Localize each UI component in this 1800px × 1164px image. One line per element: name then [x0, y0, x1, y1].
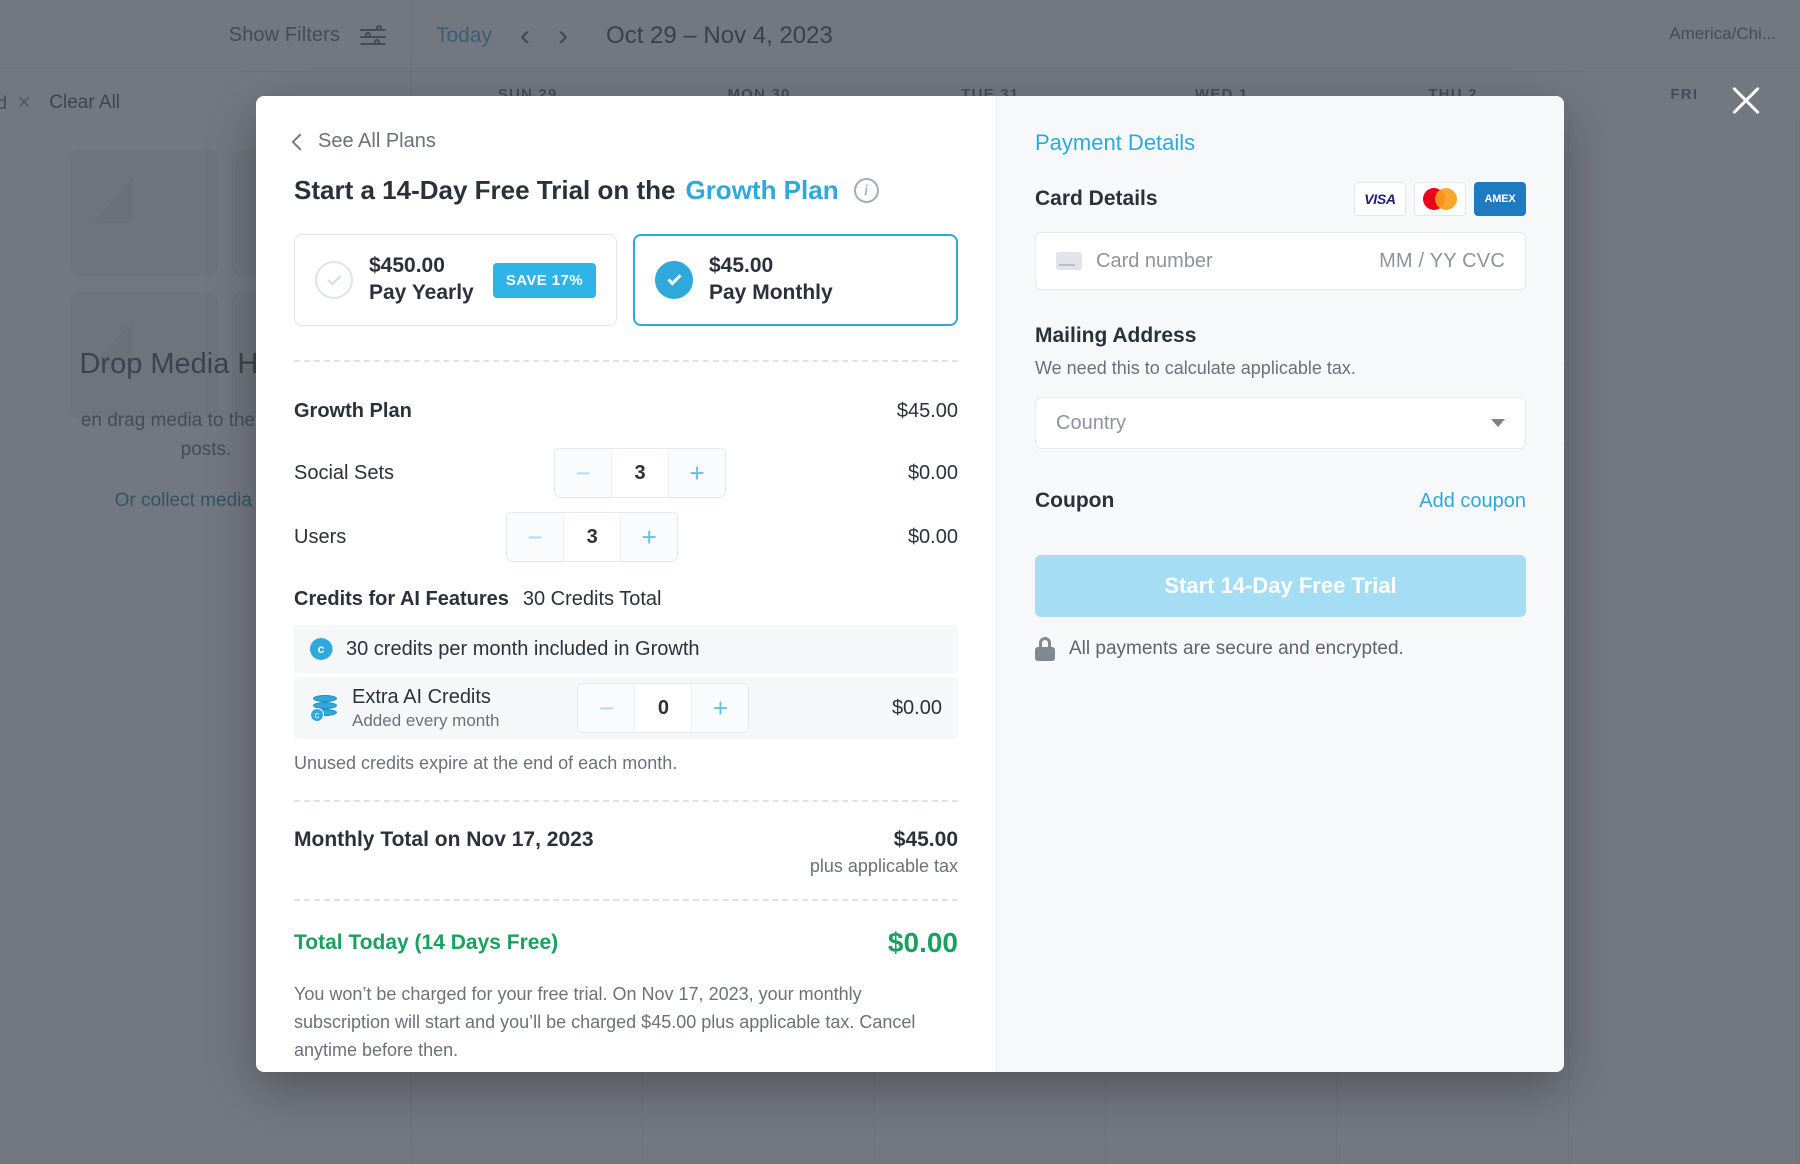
billing-cycle-options: $450.00 Pay Yearly SAVE 17% $45.00 Pay M… [294, 234, 958, 326]
minus-icon[interactable]: − [555, 449, 612, 497]
line-item-users: Users − 3 + $0.00 [294, 512, 958, 562]
trial-fineprint: You won’t be charged for your free trial… [294, 984, 916, 1060]
coupon-label: Coupon [1035, 489, 1115, 512]
visa-icon: VISA [1354, 182, 1406, 216]
coupon-row: Coupon Add coupon [1035, 489, 1526, 513]
extra-credits-value: 0 [634, 684, 693, 732]
total-today-amount: $0.00 [887, 927, 958, 958]
total-today-label: Total Today (14 Days Free) [294, 931, 559, 954]
info-icon[interactable]: i [853, 178, 879, 203]
amex-label: AMEX [1484, 193, 1516, 205]
credits-heading-row: Credits for AI Features 30 Credits Total [294, 588, 958, 611]
credits-included-text: 30 credits per month included in Growth [346, 637, 700, 660]
save-badge: SAVE 17% [492, 262, 596, 298]
plan-name: Growth Plan [294, 399, 412, 422]
monthly-total-row: Monthly Total on Nov 17, 2023 $45.00 plu… [294, 828, 958, 877]
visa-label: VISA [1364, 191, 1396, 207]
coin-icon: c [310, 638, 332, 660]
social-sets-stepper[interactable]: − 3 + [554, 448, 727, 498]
mastercard-icon [1414, 182, 1466, 216]
billing-cycle-monthly[interactable]: $45.00 Pay Monthly [633, 234, 958, 326]
secure-payment-text: All payments are secure and encrypted. [1069, 638, 1404, 659]
country-select-value: Country [1056, 411, 1127, 434]
billing-cycle-yearly[interactable]: $450.00 Pay Yearly SAVE 17% [294, 234, 617, 326]
card-expiry-cvc-placeholder: MM / YY CVC [1379, 249, 1505, 272]
radio-unselected-icon [315, 261, 353, 299]
start-trial-button[interactable]: Start 14-Day Free Trial [1035, 555, 1526, 617]
page-title: Start a 14-Day Free Trial on the Growth … [294, 175, 958, 206]
lock-icon [1035, 637, 1055, 661]
secure-payment-note: All payments are secure and encrypted. [1035, 637, 1526, 661]
see-all-plans-link[interactable]: See All Plans [291, 130, 958, 153]
payment-details-title: Payment Details [1035, 130, 1196, 155]
divider [294, 360, 958, 362]
plan-price: $45.00 [896, 399, 958, 422]
minus-icon[interactable]: − [507, 513, 564, 561]
plan-summary-panel: See All Plans Start a 14-Day Free Trial … [256, 96, 996, 1072]
trial-checkout-modal: See All Plans Start a 14-Day Free Trial … [256, 96, 1564, 1072]
coin-stack-icon: c [310, 693, 340, 723]
plus-icon[interactable]: + [692, 684, 749, 732]
see-all-plans-label: See All Plans [318, 130, 436, 152]
card-brand-list: VISA AMEX [1354, 182, 1526, 216]
payment-details-panel: Payment Details Card Details VISA AMEX C… [996, 96, 1564, 1072]
card-number-input[interactable]: Card number MM / YY CVC [1035, 232, 1526, 290]
social-sets-price: $0.00 [907, 461, 958, 484]
card-details-row: Card Details VISA AMEX [1035, 182, 1526, 216]
monthly-price: $45.00 [709, 254, 774, 278]
credits-expiry-note: Unused credits expire at the end of each… [294, 753, 678, 773]
add-coupon-link[interactable]: Add coupon [1419, 490, 1526, 513]
users-label: Users [294, 525, 347, 548]
extra-credits-row: c Extra AI Credits Added every month − 0… [294, 677, 958, 739]
extra-credits-subtitle: Added every month [352, 710, 500, 730]
chevron-down-icon [1491, 419, 1505, 427]
mailing-address-title: Mailing Address [1035, 324, 1197, 347]
monthly-total-tax-note: plus applicable tax [809, 856, 958, 876]
extra-credits-price: $0.00 [891, 696, 942, 719]
line-item-plan: Growth Plan $45.00 [294, 388, 958, 434]
divider [294, 800, 958, 802]
users-value: 3 [563, 513, 622, 561]
social-sets-value: 3 [611, 449, 670, 497]
mailing-address-subtitle: We need this to calculate applicable tax… [1035, 358, 1356, 378]
credit-card-icon [1056, 252, 1082, 270]
yearly-label: Pay Yearly [369, 281, 474, 304]
page-title-plan: Growth Plan [685, 175, 839, 205]
card-details-label: Card Details [1035, 187, 1158, 210]
credits-included-row: c 30 credits per month included in Growt… [294, 625, 958, 673]
monthly-label: Pay Monthly [709, 281, 833, 304]
minus-icon[interactable]: − [578, 684, 635, 732]
credits-total: 30 Credits Total [522, 588, 662, 610]
monthly-total-label: Monthly Total on Nov 17, 2023 [294, 828, 594, 851]
line-item-social-sets: Social Sets − 3 + $0.00 [294, 448, 958, 498]
card-number-placeholder: Card number [1096, 249, 1213, 272]
monthly-total-amount: $45.00 [893, 828, 958, 851]
total-today-row: Total Today (14 Days Free) $0.00 [294, 927, 958, 959]
chevron-left-icon [291, 133, 309, 151]
close-modal-button[interactable] [1724, 78, 1768, 122]
yearly-price: $450.00 [369, 254, 445, 278]
extra-credits-stepper[interactable]: − 0 + [577, 683, 750, 733]
amex-icon: AMEX [1474, 182, 1526, 216]
plus-icon[interactable]: + [621, 513, 678, 561]
extra-credits-title: Extra AI Credits [352, 685, 491, 708]
plus-icon[interactable]: + [669, 449, 726, 497]
users-stepper[interactable]: − 3 + [506, 512, 679, 562]
divider [294, 899, 958, 901]
country-select[interactable]: Country [1035, 397, 1526, 449]
radio-selected-icon [655, 261, 693, 299]
credits-heading: Credits for AI Features [294, 588, 509, 610]
page-title-prefix: Start a 14-Day Free Trial on the [294, 175, 676, 205]
users-price: $0.00 [907, 525, 958, 548]
social-sets-label: Social Sets [294, 461, 395, 484]
